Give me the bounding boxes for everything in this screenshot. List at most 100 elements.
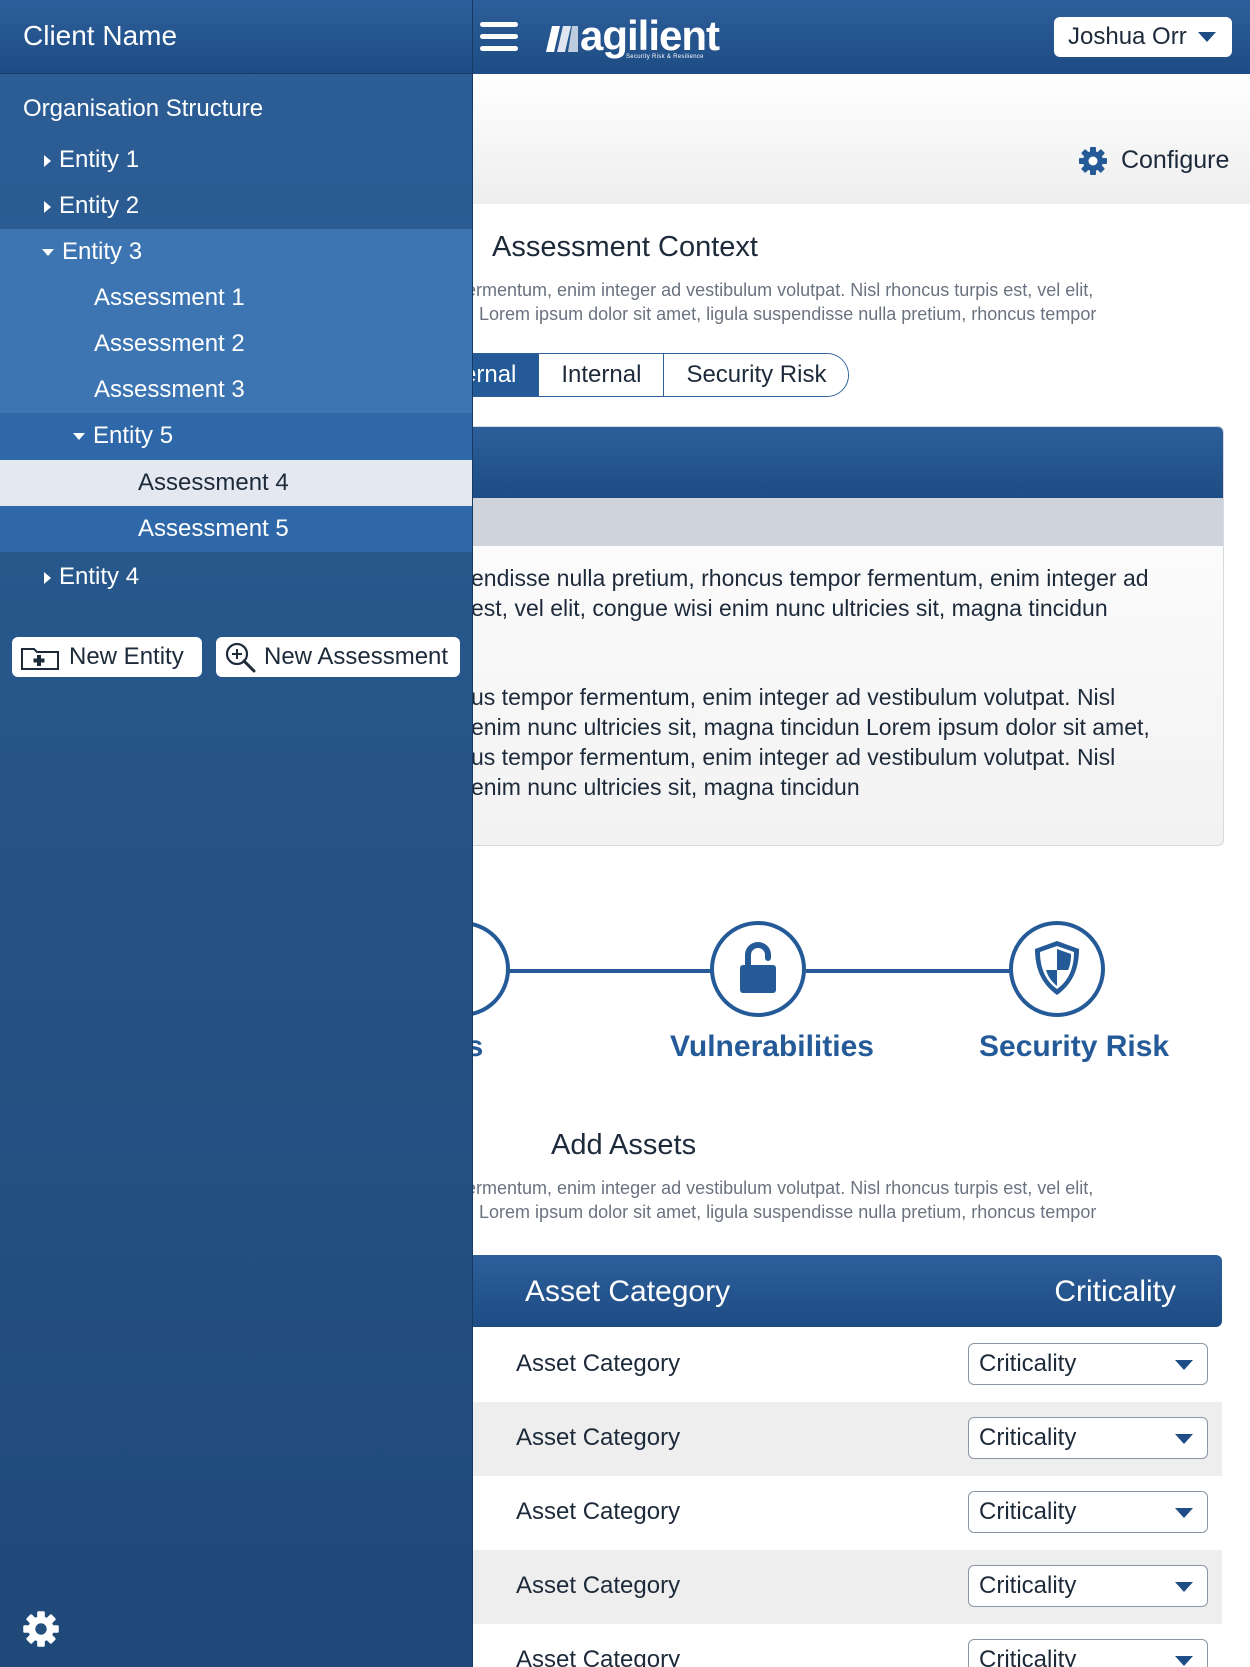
tree-item-assessment-3[interactable]: Assessment 3 (0, 367, 472, 413)
tree-item-entity-3[interactable]: Entity 3 (0, 229, 472, 275)
chevron-down-icon (73, 433, 85, 441)
tree-item-label: Assessment 4 (138, 469, 289, 496)
panel-line: us tempor fermentum, enim integer ad ves… (471, 744, 1116, 770)
configure-button[interactable]: Configure (1078, 146, 1229, 176)
panel-line: enim nunc ultricies sit, magna tincidun (471, 774, 860, 800)
tree-item-assessment-1[interactable]: Assessment 1 (0, 275, 472, 321)
new-entity-button[interactable]: New Entity (12, 637, 202, 677)
step-vulnerabilities[interactable] (710, 921, 806, 1017)
desc-line: idun Lorem ipsum dolor sit amet, ligula … (440, 304, 1097, 324)
panel-paragraph: us tempor fermentum, enim integer ad ves… (471, 682, 1150, 802)
tree-item-label: Assessment 5 (138, 515, 289, 542)
add-assets-title: Add Assets (551, 1129, 697, 1161)
add-assets-desc: or fermentum, enim integer ad vestibulum… (440, 1176, 1160, 1224)
criticality-select[interactable]: Criticality (968, 1491, 1208, 1533)
table-row: Asset Category Criticality (440, 1476, 1222, 1550)
logo-text: agilient (580, 12, 720, 59)
tree-item-label: Assessment 1 (94, 284, 245, 311)
user-menu-button[interactable]: Joshua Orr (1054, 17, 1232, 57)
asset-category-cell: Asset Category (516, 1646, 681, 1667)
client-name: Client Name (23, 20, 178, 51)
tab-security-risk[interactable]: Security Risk (664, 354, 849, 396)
new-assessment-label: New Assessment (264, 643, 449, 670)
chevron-right-icon (44, 200, 51, 213)
context-tabs: ernal Internal Security Risk (440, 353, 850, 397)
assessment-context-desc: or fermentum, enim integer ad vestibulum… (440, 278, 1160, 326)
chevron-down-icon (1198, 32, 1216, 42)
column-criticality: Criticality (1054, 1275, 1176, 1308)
org-structure-title: Organisation Structure (23, 95, 264, 122)
tree-item-label: Entity 3 (62, 238, 143, 265)
tree-item-entity-4[interactable]: Entity 4 (0, 554, 472, 600)
desc-line: or fermentum, enim integer ad vestibulum… (440, 1178, 1094, 1198)
panel-line: est, vel elit, congue wisi enim nunc ult… (471, 595, 1108, 621)
panel-header (441, 427, 1223, 498)
new-assessment-button[interactable]: New Assessment (216, 637, 460, 677)
new-entity-label: New Entity (69, 643, 184, 670)
chevron-right-icon (44, 571, 51, 584)
tree-item-assessment-4[interactable]: Assessment 4 (0, 460, 472, 506)
tree-item-label: Entity 5 (93, 422, 174, 449)
column-asset-category: Asset Category (525, 1275, 731, 1308)
asset-category-cell: Asset Category (516, 1498, 681, 1525)
panel-subheader (441, 498, 1223, 546)
desc-line: idun Lorem ipsum dolor sit amet, ligula … (440, 1202, 1097, 1222)
settings-gear-icon[interactable] (22, 1610, 60, 1648)
padlock-open-icon (740, 942, 776, 993)
tree-item-label: Assessment 3 (94, 376, 245, 403)
criticality-select[interactable]: Criticality (968, 1565, 1208, 1607)
chevron-down-icon (1175, 1508, 1193, 1518)
tree-item-label: Assessment 2 (94, 330, 245, 357)
asset-category-cell: Asset Category (516, 1350, 681, 1377)
asset-category-cell: Asset Category (516, 1424, 681, 1451)
criticality-value: Criticality (979, 1498, 1077, 1525)
user-name: Joshua Orr (1068, 23, 1187, 50)
asset-category-cell: Asset Category (516, 1572, 681, 1599)
criticality-value: Criticality (979, 1350, 1077, 1377)
criticality-value: Criticality (979, 1572, 1077, 1599)
logo-mark-icon (546, 26, 578, 52)
shield-icon (1035, 941, 1079, 995)
chevron-down-icon (1175, 1360, 1193, 1370)
chevron-down-icon (1175, 1434, 1193, 1444)
criticality-select[interactable]: Criticality (968, 1417, 1208, 1459)
zoom-in-icon (225, 642, 256, 673)
tree-item-assessment-5[interactable]: Assessment 5 (0, 506, 472, 552)
table-row: Asset Category Criticality (440, 1328, 1222, 1402)
drawer-header: Client Name (0, 0, 472, 74)
chevron-down-icon (1175, 1582, 1193, 1592)
context-panel: endisse nulla pretium, rhoncus tempor fe… (440, 426, 1224, 846)
step-security-risk-label: Security Risk (979, 1030, 1170, 1063)
tab-internal[interactable]: Internal (539, 354, 665, 396)
tree-item-assessment-2[interactable]: Assessment 2 (0, 321, 472, 367)
tree-item-label: Entity 1 (59, 146, 140, 173)
panel-paragraph: endisse nulla pretium, rhoncus tempor fe… (471, 563, 1149, 623)
tree-item-entity-2[interactable]: Entity 2 (0, 183, 472, 229)
table-row: Asset Category Criticality (440, 1624, 1222, 1667)
navigation-drawer: Client Name Organisation Structure Entit… (0, 0, 473, 1667)
folder-add-icon (21, 648, 59, 670)
tree-item-label: Entity 2 (59, 192, 140, 219)
panel-line: us tempor fermentum, enim integer ad ves… (471, 684, 1116, 710)
gear-icon (1079, 147, 1107, 176)
criticality-select[interactable]: Criticality (968, 1639, 1208, 1667)
panel-line: enim nunc ultricies sit, magna tincidun … (471, 714, 1150, 740)
tree-item-label: Entity 4 (59, 563, 140, 590)
chevron-down-icon (42, 249, 54, 257)
table-row: Asset Category Criticality (440, 1550, 1222, 1624)
tree-item-entity-5[interactable]: Entity 5 (0, 413, 472, 460)
tree-item-entity-1[interactable]: Entity 1 (0, 137, 472, 183)
step-security-risk[interactable] (1009, 921, 1105, 1017)
criticality-value: Criticality (979, 1646, 1077, 1667)
step-vulnerabilities-label: Vulnerabilities (670, 1030, 874, 1063)
flow-connector (806, 969, 1010, 973)
desc-line: or fermentum, enim integer ad vestibulum… (440, 280, 1094, 300)
criticality-select[interactable]: Criticality (968, 1343, 1208, 1385)
table-row: Asset Category Criticality (440, 1402, 1222, 1476)
asset-table-header: Asset Category Criticality (440, 1255, 1222, 1327)
panel-line: endisse nulla pretium, rhoncus tempor fe… (471, 565, 1149, 591)
assessment-context-title: Assessment Context (492, 231, 758, 263)
logo-tagline: Security Risk & Resilience (626, 54, 704, 60)
chevron-down-icon (1175, 1656, 1193, 1666)
menu-icon[interactable] (480, 22, 518, 52)
